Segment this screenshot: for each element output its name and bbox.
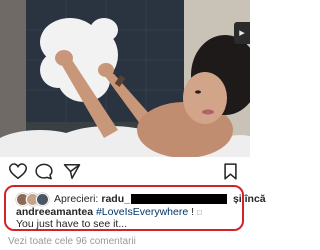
comment-icon[interactable] [35, 163, 53, 180]
avatar[interactable] [36, 192, 49, 206]
post-photo[interactable]: ▸ [0, 0, 250, 157]
likes-label: Aprecieri: [54, 193, 99, 205]
caption-suffix: ! [188, 206, 197, 218]
bookmark-icon[interactable] [223, 163, 238, 180]
send-icon[interactable] [63, 163, 81, 180]
likes-caption-highlight: Aprecieri: radu_ și încă andreeamantea #… [4, 185, 266, 231]
caption-username[interactable]: andreeamantea [16, 206, 93, 218]
likes-and-more[interactable]: și încă [233, 193, 266, 205]
reel-icon: ▸ [234, 22, 250, 44]
liker-username[interactable]: radu_ [101, 193, 130, 205]
likes-row: Aprecieri: radu_ și încă [16, 192, 266, 206]
caption-line-2: You just have to see it... [16, 218, 128, 230]
caption-hashtag[interactable]: #LoveIsEverywhere [96, 206, 188, 218]
action-bar [0, 157, 250, 185]
heart-icon[interactable] [9, 163, 27, 180]
emoji-icon: □ [196, 208, 202, 217]
post-image [0, 0, 250, 157]
view-all-comments-link[interactable]: Vezi toate cele 96 comentarii [8, 236, 136, 247]
redaction-bar [130, 194, 227, 204]
caption: andreeamantea #LoveIsEverywhere ! □ [16, 206, 202, 218]
